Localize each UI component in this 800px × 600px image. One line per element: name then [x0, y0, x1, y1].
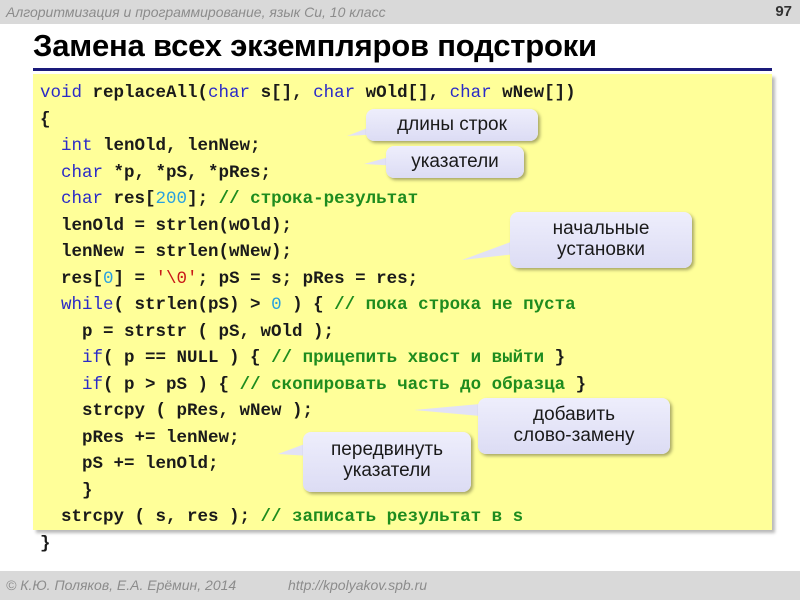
callout-pointers: указатели	[386, 146, 524, 178]
code-keyword: char	[61, 189, 104, 209]
code-line: if( p > pS ) { // скопировать часть до о…	[40, 372, 586, 399]
code-text: pRes += lenNew;	[40, 427, 240, 448]
callout-tail	[414, 404, 480, 416]
code-text: }	[565, 374, 587, 395]
code-text: replaceAll(	[82, 83, 209, 103]
code-text: ] =	[113, 268, 156, 289]
code-line: while( strlen(pS) > 0 ) { // пока строка…	[40, 292, 586, 319]
code-text: p = strstr ( pS, wOld );	[40, 321, 335, 342]
code-text: res[	[40, 268, 104, 289]
code-line: p = strstr ( pS, wOld );	[40, 319, 586, 346]
code-text: s[],	[250, 83, 314, 103]
code-line: if( p == NULL ) { // прицепить хвост и в…	[40, 345, 586, 372]
slide-title: Замена всех экземпляров подстроки	[33, 28, 597, 63]
code-text: ) {	[281, 295, 335, 315]
callout-text: начальные	[552, 218, 650, 239]
code-line: res[0] = '\0'; pS = s; pRes = res;	[40, 266, 586, 293]
code-text: {	[40, 109, 51, 130]
code-text: ; pS = s; pRes = res;	[197, 268, 419, 289]
title-underline	[33, 68, 772, 71]
code-text: lenOld, lenNew;	[92, 136, 261, 156]
code-text: }	[40, 480, 93, 501]
code-text: }	[40, 533, 51, 554]
code-text: strcpy ( s, res );	[40, 507, 261, 527]
code-string: '\0'	[155, 268, 198, 289]
code-text: ( p == NULL ) {	[103, 348, 272, 368]
code-text: wNew[])	[491, 83, 576, 103]
code-keyword: if	[82, 374, 104, 395]
code-text: pS += lenOld;	[40, 454, 219, 474]
callout-text: длины строк	[397, 114, 507, 135]
callout-text: передвинуть	[331, 439, 443, 460]
callout-text: слово-замену	[513, 425, 635, 446]
page-number: 97	[775, 3, 792, 20]
code-keyword: char	[313, 83, 356, 103]
code-keyword: int	[61, 136, 93, 156]
code-comment: // скопировать часть до образца	[239, 374, 566, 395]
code-line: void replaceAll(char s[], char wOld[], c…	[40, 80, 586, 107]
code-comment: // пока строка не пуста	[334, 295, 576, 315]
code-keyword: void	[40, 83, 83, 103]
callout-string-lengths: длины строк	[366, 109, 538, 141]
callout-move-pointers: передвинуть указатели	[303, 432, 471, 492]
code-text: strcpy ( pRes, wNew );	[40, 401, 314, 421]
code-line: lenOld = strlen(wOld);	[40, 213, 586, 240]
callout-text: указатели	[411, 151, 499, 172]
code-text: res[	[103, 189, 156, 209]
code-text: }	[544, 348, 566, 368]
code-line: char res[200]; // строка-результат	[40, 186, 586, 213]
code-text: ];	[187, 189, 219, 209]
code-text: ( p > pS ) {	[103, 374, 240, 395]
course-title: Алгоритмизация и программирование, язык …	[6, 4, 386, 20]
code-line: }	[40, 531, 586, 558]
callout-text: добавить	[533, 404, 615, 425]
site-link[interactable]: http://kpolyakov.spb.ru	[288, 577, 427, 593]
code-keyword: char	[449, 83, 492, 103]
callout-add-replacement: добавить слово-замену	[478, 398, 670, 454]
code-text: lenOld = strlen(wOld);	[40, 215, 293, 236]
code-text: ( strlen(pS) >	[113, 295, 272, 315]
code-comment: // прицепить хвост и выйти	[271, 348, 545, 368]
code-line: strcpy ( s, res ); // записать результат…	[40, 504, 586, 531]
copyright: © К.Ю. Поляков, Е.А. Ерёмин, 2014	[6, 577, 237, 593]
code-keyword: char	[61, 162, 104, 183]
code-text: *p, *pS, *pRes;	[103, 162, 272, 183]
code-keyword: while	[61, 295, 114, 315]
code-comment: // записать результат в s	[260, 507, 524, 527]
code-text: lenNew = strlen(wNew);	[40, 242, 293, 262]
code-number: 0	[271, 295, 282, 315]
callout-text: указатели	[343, 460, 431, 481]
code-number: 0	[103, 268, 114, 289]
callout-text: установки	[557, 239, 645, 260]
code-number: 200	[155, 189, 188, 209]
code-comment: // строка-результат	[218, 189, 419, 209]
code-keyword: if	[82, 348, 104, 368]
code-keyword: char	[208, 83, 251, 103]
callout-initial-settings: начальные установки	[510, 212, 692, 268]
code-text: wOld[],	[355, 83, 450, 103]
